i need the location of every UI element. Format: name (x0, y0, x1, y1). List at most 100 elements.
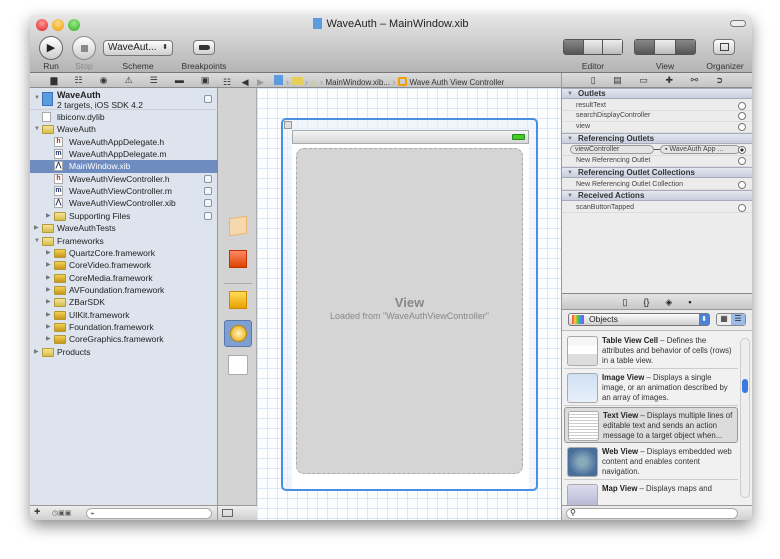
disclosure-open-icon[interactable]: ▼ (34, 235, 40, 247)
code-snippet-library-icon[interactable]: {} (643, 297, 649, 309)
connection-target-pill[interactable]: ▪ WaveAuth App ... (660, 145, 740, 155)
navigator-item[interactable]: m WaveAuthAppDelegate.m (30, 148, 218, 160)
view-controller-frame[interactable]: View Loaded from "WaveAuthViewController… (281, 118, 538, 491)
navigator-item[interactable]: m WaveAuthViewController.m (30, 185, 218, 197)
library-view-mode-control[interactable]: ▦ ☰ (716, 313, 746, 326)
disclosure-open-icon[interactable]: ▼ (567, 89, 573, 99)
breakpoint-navigator-icon[interactable]: ▬ (175, 75, 184, 86)
back-button[interactable]: ◀ (242, 77, 249, 87)
library-item[interactable]: Image View – Displays a single image, or… (564, 370, 738, 406)
bindings-inspector-icon[interactable]: ➲ (716, 75, 724, 88)
interface-builder-canvas[interactable]: View Loaded from "WaveAuthViewController… (257, 88, 561, 520)
connection-circle-icon[interactable] (738, 112, 746, 121)
navigator-filter-input[interactable]: ◒ (86, 508, 212, 519)
filter-options-icon[interactable]: ◷▣▣ (52, 509, 71, 517)
navigator-item[interactable]: ▶ CoreGraphics.framework (30, 333, 218, 345)
disclosure-open-icon[interactable]: ▼ (34, 123, 40, 135)
issue-navigator-icon[interactable]: ⚠ (125, 75, 133, 86)
project-icon[interactable] (274, 75, 284, 85)
attributes-inspector-icon[interactable]: ▭ (639, 75, 648, 88)
files-owner-icon[interactable] (229, 215, 247, 237)
navigator-item[interactable]: ▶ AVFoundation.framework (30, 284, 218, 296)
disclosure-open-icon[interactable]: ▼ (34, 95, 40, 101)
close-scene-icon[interactable] (284, 121, 292, 129)
utilities-toggle-icon[interactable] (675, 40, 695, 54)
connection-circle-icon[interactable] (738, 203, 746, 212)
icon-view-icon[interactable]: ▦ (717, 314, 731, 325)
toolbar-toggle-button[interactable] (730, 20, 746, 27)
connections-inspector-icon[interactable]: ⚯ (691, 75, 699, 88)
connection-circle-icon[interactable] (738, 123, 746, 132)
connection-row[interactable]: viewController ▪ WaveAuth App ... (562, 145, 752, 156)
connection-row[interactable]: New Referencing Outlet (562, 156, 752, 167)
connection-circle-icon[interactable] (738, 180, 746, 189)
related-items-icon[interactable]: ☷ (223, 77, 231, 87)
view-controller-dock-item[interactable] (224, 320, 252, 347)
identity-inspector-icon[interactable]: ▤ (613, 75, 622, 88)
object-library-icon[interactable]: ◈ (665, 297, 672, 309)
disclosure-closed-icon[interactable]: ▶ (46, 210, 51, 222)
scheme-popup[interactable]: WaveAut... ⬍ (103, 40, 173, 56)
disclosure-closed-icon[interactable]: ▶ (46, 309, 51, 321)
navigator-toggle-icon[interactable] (635, 40, 656, 54)
connection-circle-icon[interactable] (738, 101, 746, 110)
navigator-item[interactable]: h WaveAuthViewController.h (30, 173, 218, 185)
library-item[interactable]: Web View – Displays embedded web content… (564, 444, 738, 480)
xib-icon[interactable]: ◭ (311, 77, 318, 87)
navigator-item[interactable]: ▶ ZBarSDK (30, 296, 218, 308)
disclosure-closed-icon[interactable]: ▶ (46, 259, 51, 271)
navigator-item[interactable]: ▼ Frameworks (30, 235, 218, 247)
disclosure-open-icon[interactable]: ▼ (567, 191, 573, 201)
connection-row[interactable]: searchDisplayController (562, 111, 752, 122)
navigator-item[interactable]: ▶ UIKit.framework (30, 309, 218, 321)
section-header[interactable]: ▼ Outlets (562, 88, 752, 99)
window-icon[interactable] (228, 355, 248, 375)
run-button[interactable]: ▶ (39, 36, 63, 60)
library-scrollbar[interactable] (740, 338, 750, 498)
project-root-row[interactable]: ▼ WaveAuth 2 targets, iOS SDK 4.2 (30, 88, 218, 110)
assistant-editor-icon[interactable] (583, 40, 604, 54)
disclosure-open-icon[interactable]: ▼ (567, 168, 573, 178)
library-item[interactable]: Text View – Displays multiple lines of e… (564, 407, 738, 443)
disclosure-closed-icon[interactable]: ▶ (46, 284, 51, 296)
navigator-item[interactable]: ▶ Foundation.framework (30, 321, 218, 333)
connection-row[interactable]: view (562, 122, 752, 133)
disclosure-closed-icon[interactable]: ▶ (46, 296, 51, 308)
organizer-button[interactable] (713, 39, 735, 55)
add-icon[interactable]: + (34, 506, 40, 518)
view[interactable]: View Loaded from "WaveAuthViewController… (296, 148, 523, 474)
navigator-item[interactable]: ▶ Products (30, 346, 218, 358)
list-view-icon[interactable]: ☰ (731, 314, 745, 325)
disclosure-open-icon[interactable]: ▼ (567, 134, 573, 144)
symbol-navigator-icon[interactable]: ☷ (75, 75, 83, 86)
version-editor-icon[interactable] (603, 40, 623, 54)
media-library-icon[interactable]: ▪ (688, 297, 691, 309)
standard-editor-icon[interactable] (564, 40, 584, 54)
debug-navigator-icon[interactable]: ☰ (150, 75, 158, 86)
navigator-item[interactable]: ▶ CoreMedia.framework (30, 272, 218, 284)
section-header[interactable]: ▼ Referencing Outlet Collections (562, 167, 752, 178)
disclosure-closed-icon[interactable]: ▶ (46, 247, 51, 259)
disclosure-closed-icon[interactable]: ▶ (46, 321, 51, 333)
connection-circle-icon[interactable] (738, 157, 746, 166)
breakpoints-button[interactable] (193, 40, 215, 55)
section-header[interactable]: ▼ Received Actions (562, 190, 752, 202)
hide-document-outline-icon[interactable] (222, 509, 233, 517)
navigator-item[interactable]: libiconv.dylib (30, 111, 218, 123)
navigator-item[interactable]: ⋀ MainWindow.xib (30, 160, 218, 173)
forward-button[interactable]: ▶ (257, 77, 264, 87)
disclosure-closed-icon[interactable]: ▶ (46, 333, 51, 345)
size-inspector-icon[interactable]: ✚ (665, 75, 673, 88)
navigator-item[interactable]: ▼ WaveAuth (30, 123, 218, 135)
log-navigator-icon[interactable]: ▣ (201, 75, 210, 86)
jump-bar-item-object[interactable]: Wave Auth View Controller (410, 78, 505, 87)
navigator-item[interactable]: ⋀ WaveAuthViewController.xib (30, 197, 218, 209)
debug-area-toggle-icon[interactable] (655, 40, 676, 54)
search-navigator-icon[interactable]: ◉ (100, 75, 108, 86)
disclosure-closed-icon[interactable]: ▶ (46, 272, 51, 284)
navigator-item[interactable]: ▶ QuartzCore.framework (30, 247, 218, 259)
stop-button[interactable] (72, 36, 96, 60)
navigator-item[interactable]: ▶ Supporting Files (30, 210, 218, 222)
disclosure-closed-icon[interactable]: ▶ (34, 346, 39, 358)
first-responder-icon[interactable] (229, 250, 247, 268)
